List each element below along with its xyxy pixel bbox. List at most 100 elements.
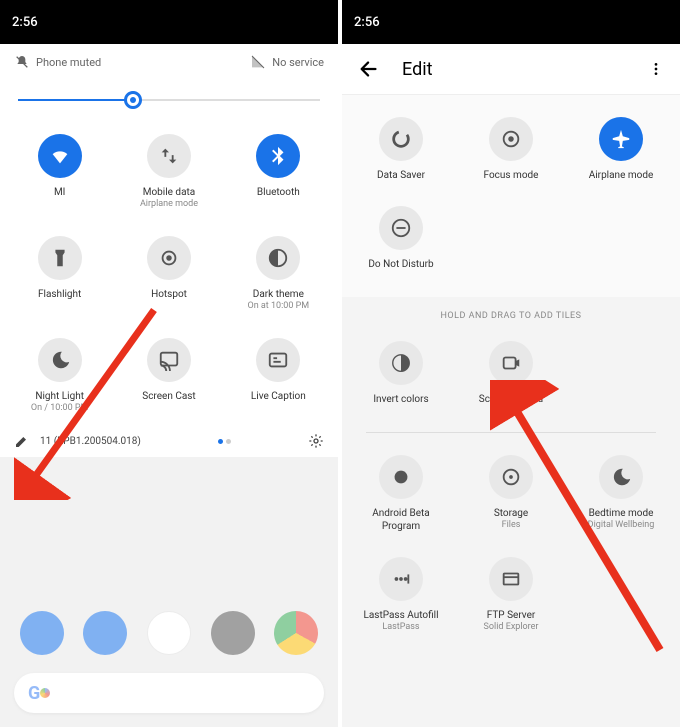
tile-hotspot[interactable]: Hotspot bbox=[117, 228, 220, 324]
more-icon[interactable] bbox=[648, 61, 664, 77]
quick-settings-tiles: MI Mobile dataAirplane mode Bluetooth Flash… bbox=[0, 116, 338, 425]
tile-beta[interactable]: Android Beta Program bbox=[348, 447, 454, 545]
clock: 2:56 bbox=[12, 15, 38, 30]
tile-focus[interactable]: Focus mode bbox=[458, 109, 564, 194]
tile-sublabel: Solid Explorer bbox=[484, 622, 539, 633]
quick-settings-footer: 11 (RPB1.200504.018) bbox=[0, 425, 338, 457]
active-tiles: Data Saver Focus mode Airplane mode Do Not … bbox=[342, 95, 680, 297]
invert-icon bbox=[379, 341, 423, 385]
dock bbox=[0, 611, 338, 655]
tile-label: Mobile data bbox=[143, 186, 196, 199]
tile-label: MI bbox=[54, 186, 65, 199]
brightness-slider[interactable] bbox=[0, 80, 338, 116]
signal-off-icon bbox=[250, 54, 266, 70]
moon-icon bbox=[38, 338, 82, 382]
messages-app[interactable] bbox=[83, 611, 127, 655]
phone-right: 2:56 Edit Data Saver Focus mode Airplane m… bbox=[342, 0, 680, 727]
ftp-icon bbox=[489, 557, 533, 601]
tile-label: Live Caption bbox=[251, 390, 306, 403]
tile-sublabel: Files bbox=[502, 520, 521, 531]
inactive-tiles-row: Invert colors Screen Record bbox=[342, 329, 680, 422]
tile-datasaver[interactable]: Data Saver bbox=[348, 109, 454, 194]
search-bar[interactable]: G bbox=[14, 673, 324, 713]
tile-sublabel: On at 10:00 PM bbox=[248, 301, 310, 312]
build-label: 11 (RPB1.200504.018) bbox=[40, 436, 141, 447]
swap-icon bbox=[147, 134, 191, 178]
page-indicator bbox=[218, 439, 231, 444]
tile-airplane[interactable]: Airplane mode bbox=[568, 109, 674, 194]
tile-label: Flashlight bbox=[38, 288, 81, 301]
bluetooth-icon bbox=[256, 134, 300, 178]
lastpass-icon bbox=[379, 557, 423, 601]
tile-caption[interactable]: Live Caption bbox=[227, 330, 330, 426]
datasaver-icon bbox=[379, 117, 423, 161]
clock: 2:56 bbox=[354, 15, 380, 30]
tile-dark[interactable]: Dark themeOn at 10:00 PM bbox=[227, 228, 330, 324]
bell-off-icon bbox=[14, 54, 30, 70]
slider-thumb[interactable] bbox=[124, 91, 142, 109]
tile-label: Hotspot bbox=[151, 288, 187, 301]
tile-label: Airplane mode bbox=[589, 169, 654, 182]
tile-flashlight[interactable]: Flashlight bbox=[8, 228, 111, 324]
tile-label: Bluetooth bbox=[257, 186, 300, 199]
hotspot-icon bbox=[147, 236, 191, 280]
record-icon bbox=[489, 341, 533, 385]
tile-moon[interactable]: Night LightOn / 10:00 PM bbox=[8, 330, 111, 426]
tile-lastpass[interactable]: LastPass AutofillLastPass bbox=[348, 549, 454, 645]
tile-invert[interactable]: Invert colors bbox=[348, 333, 454, 418]
divider bbox=[366, 432, 656, 433]
tile-label: Do Not Disturb bbox=[368, 258, 433, 271]
status-bar: 2:56 bbox=[342, 0, 680, 44]
wifi-icon bbox=[38, 134, 82, 178]
drag-hint: HOLD AND DRAG TO ADD TILES bbox=[342, 297, 680, 329]
tile-dnd[interactable]: Do Not Disturb bbox=[348, 198, 454, 283]
edit-header: Edit bbox=[342, 44, 680, 95]
tile-sublabel: LastPass bbox=[382, 622, 419, 633]
gear-icon[interactable] bbox=[308, 433, 324, 449]
tile-label: Screen Record bbox=[479, 393, 543, 406]
tile-label: Invert colors bbox=[373, 393, 428, 406]
tile-label: Focus mode bbox=[484, 169, 539, 182]
tile-sublabel: Digital Wellbeing bbox=[588, 520, 655, 531]
tile-label: Night Light bbox=[35, 390, 84, 403]
tile-label: Storage bbox=[494, 507, 528, 520]
tile-sublabel: Airplane mode bbox=[140, 199, 198, 210]
dnd-icon bbox=[379, 206, 423, 250]
pencil-icon[interactable] bbox=[14, 433, 30, 449]
tile-label: FTP Server bbox=[487, 609, 536, 622]
dark-icon bbox=[256, 236, 300, 280]
notification-bar: Phone muted No service bbox=[0, 44, 338, 80]
chrome-app[interactable] bbox=[274, 611, 318, 655]
phone-left: 2:56 Phone muted No service MI Mobile dat… bbox=[0, 0, 338, 727]
service-label: No service bbox=[272, 56, 324, 69]
tile-ftp[interactable]: FTP ServerSolid Explorer bbox=[458, 549, 564, 645]
tile-cast[interactable]: Screen Cast bbox=[117, 330, 220, 426]
inactive-tiles-row: Android Beta ProgramStorageFilesBedtime … bbox=[342, 443, 680, 649]
beta-icon bbox=[379, 455, 423, 499]
tile-record[interactable]: Screen Record bbox=[458, 333, 564, 418]
phone-app[interactable] bbox=[20, 611, 64, 655]
muted-label: Phone muted bbox=[36, 56, 101, 69]
tile-swap[interactable]: Mobile dataAirplane mode bbox=[117, 126, 220, 222]
focus-icon bbox=[489, 117, 533, 161]
back-icon[interactable] bbox=[358, 58, 380, 80]
edit-body: Data Saver Focus mode Airplane mode Do Not … bbox=[342, 95, 680, 727]
tile-wifi[interactable]: MI bbox=[8, 126, 111, 222]
tile-bedtime[interactable]: Bedtime modeDigital Wellbeing bbox=[568, 447, 674, 545]
tile-label: LastPass Autofill bbox=[363, 609, 438, 622]
page-title: Edit bbox=[402, 59, 648, 80]
tile-label: Dark theme bbox=[253, 288, 304, 301]
tile-label: Bedtime mode bbox=[589, 507, 654, 520]
tile-storage[interactable]: StorageFiles bbox=[458, 447, 564, 545]
tile-label: Data Saver bbox=[377, 169, 425, 182]
tile-bluetooth[interactable]: Bluetooth bbox=[227, 126, 330, 222]
camera-app[interactable] bbox=[211, 611, 255, 655]
tile-label: Android Beta Program bbox=[352, 507, 450, 533]
tile-sublabel: On / 10:00 PM bbox=[31, 403, 89, 414]
home-screen: G bbox=[0, 457, 338, 727]
status-bar: 2:56 bbox=[0, 0, 338, 44]
flashlight-icon bbox=[38, 236, 82, 280]
play-app[interactable] bbox=[147, 611, 191, 655]
storage-icon bbox=[489, 455, 533, 499]
cast-icon bbox=[147, 338, 191, 382]
